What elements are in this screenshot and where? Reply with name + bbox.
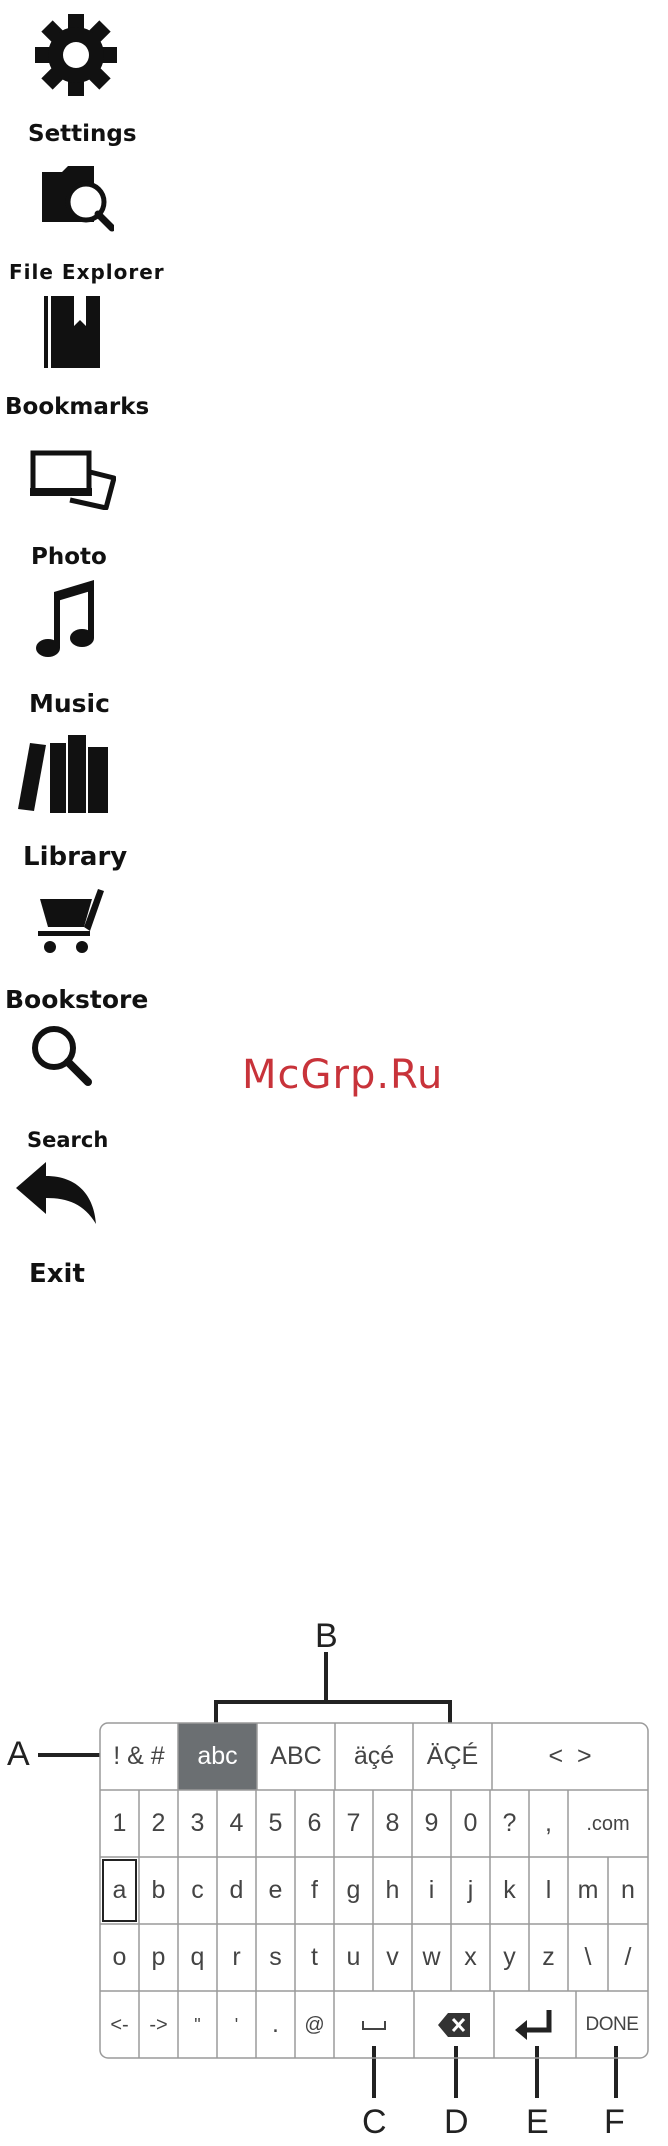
callout-b: B: [315, 1617, 338, 1655]
callout-f: F: [604, 2103, 625, 2141]
callout-d: D: [444, 2103, 469, 2141]
callout-e: E: [526, 2103, 549, 2141]
callout-c: C: [362, 2103, 387, 2141]
callout-lines: [38, 1652, 618, 2098]
callout-a: A: [7, 1735, 30, 1773]
